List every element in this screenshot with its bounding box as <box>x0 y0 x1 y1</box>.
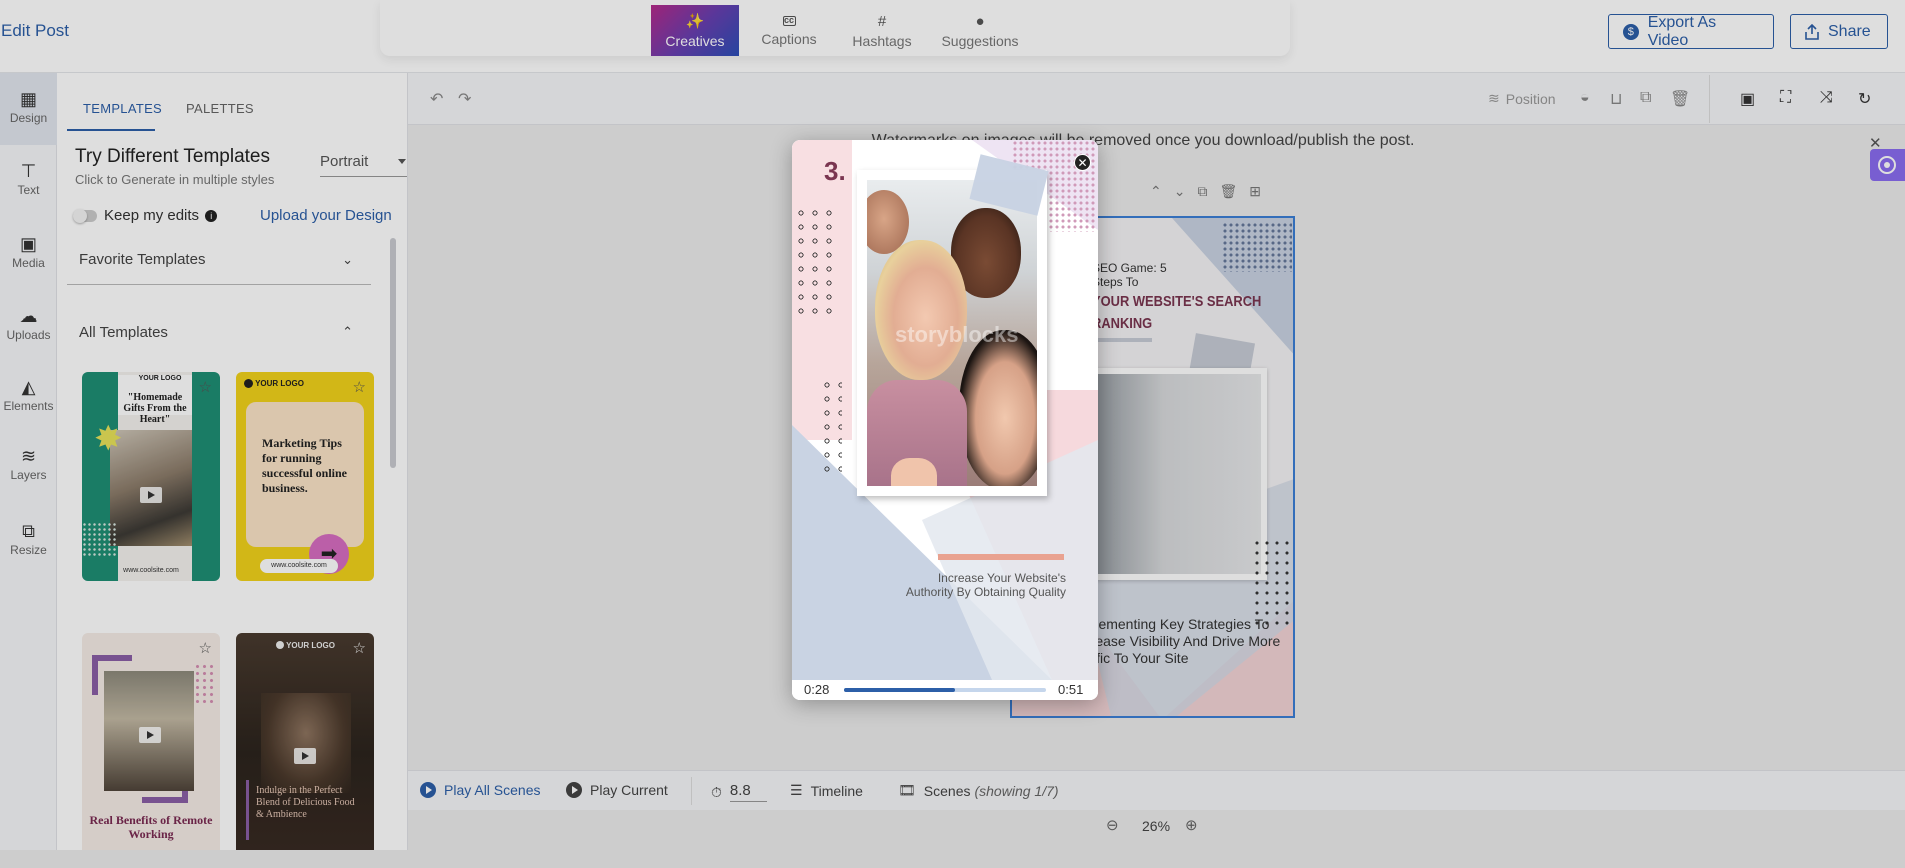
face-shape <box>875 240 967 380</box>
caption-accent-bar <box>938 554 1064 560</box>
video-preview-modal: 3. storyblocks Increase Your Website's A… <box>792 140 1098 700</box>
player-controls: 0:28 0:51 <box>792 680 1098 700</box>
dot-pattern <box>820 378 842 478</box>
hand-shape <box>891 458 937 486</box>
dot-pattern <box>794 206 834 314</box>
photo-frame: storyblocks <box>857 170 1047 496</box>
step-number: 3. <box>824 156 846 186</box>
video-frame: storyblocks <box>867 180 1037 486</box>
modal-caption: Increase Your Website's Authority By Obt… <box>832 571 1066 599</box>
current-time: 0:28 <box>804 682 830 697</box>
caption-line-1: Increase Your Website's <box>937 571 1066 585</box>
close-icon[interactable]: ✕ <box>1074 154 1091 171</box>
progress-fill <box>844 688 956 692</box>
caption-line-2: Authority By Obtaining Quality <box>905 585 1066 599</box>
total-time: 0:51 <box>1058 682 1084 697</box>
progress-track[interactable] <box>844 688 1046 692</box>
face-shape <box>959 330 1037 486</box>
watermark-text: storyblocks <box>895 322 1019 347</box>
